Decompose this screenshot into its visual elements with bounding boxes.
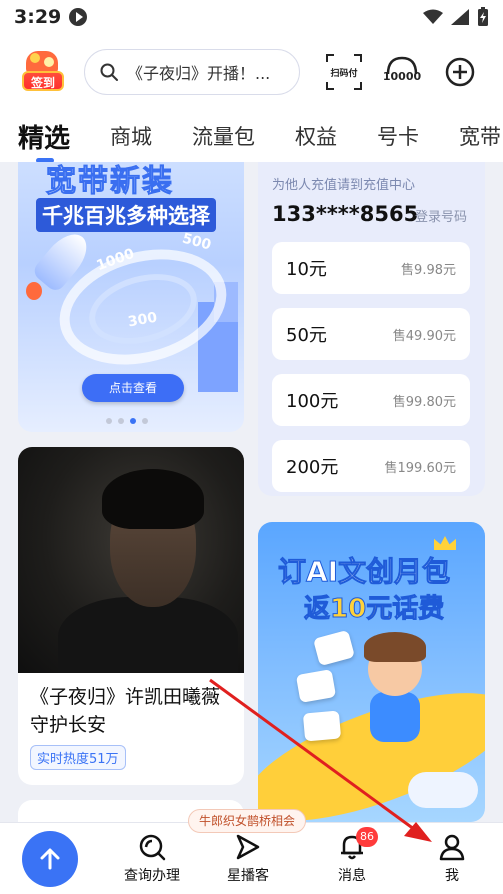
speed-label: 500 [180, 230, 213, 254]
checkin-coin-icon [30, 53, 40, 63]
recharge-amount: 50元 [286, 325, 327, 346]
battery-icon [478, 7, 488, 26]
play-triangle-icon [236, 834, 260, 860]
drama-title: 《子夜归》许凯田曦薇守护长安 [30, 686, 221, 736]
carousel-dot[interactable] [142, 418, 148, 424]
banner-title: 宽带新装 [46, 164, 174, 200]
promo-title: 订AI文创月包 [277, 555, 451, 589]
headset-10000-icon: 10000 [383, 56, 422, 83]
recharge-price: 售9.98元 [401, 262, 456, 278]
scan-frame-icon [354, 82, 362, 90]
signal-icon [451, 9, 469, 25]
tab-benefits[interactable]: 权益 [295, 121, 337, 151]
category-tabs: 精选 商城 流量包 权益 号卡 宽带 [0, 110, 503, 162]
media-playing-icon [69, 8, 88, 26]
search-service-icon [139, 834, 166, 861]
checkin-coin-icon [44, 57, 54, 67]
carousel-indicator [106, 418, 148, 424]
service-10000-label: 10000 [383, 70, 422, 83]
tab-data-package[interactable]: 流量包 [192, 121, 255, 151]
nav-label: 消息 [338, 868, 366, 884]
plus-circle-icon [445, 57, 475, 87]
bottom-navigation: 牛郎织女鹊桥相会 查询办理 星播客 86 消息 我 [0, 809, 503, 894]
photo-card-illustration [312, 629, 356, 667]
unread-badge: 86 [356, 827, 378, 847]
tab-mall[interactable]: 商城 [110, 121, 152, 151]
checkin-label: 签到 [22, 71, 64, 91]
carousel-dot-active[interactable] [130, 418, 136, 424]
festival-tip[interactable]: 牛郎织女鹊桥相会 [188, 809, 307, 833]
login-number-link[interactable]: 登录号码 [415, 206, 467, 225]
search-input[interactable]: 《子夜归》开播！... [84, 49, 300, 95]
scan-frame-icon [326, 54, 334, 62]
drama-card[interactable]: 《子夜归》许凯田曦薇守护长安 实时热度51万 [18, 447, 244, 785]
tab-broadband[interactable]: 宽带 [459, 121, 501, 151]
actor-hair-shape [102, 469, 204, 529]
kid-illustration [364, 632, 426, 662]
broadband-banner[interactable]: 宽带新装 千兆百兆多种选择 1000 500 300 点击查看 [18, 162, 244, 432]
ai-package-promo-card[interactable]: 订AI文创月包 返10元话费 [258, 522, 485, 822]
tabs-row: 精选 商城 流量包 权益 号卡 宽带 [0, 118, 503, 162]
tab-sim-card[interactable]: 号卡 [377, 121, 419, 151]
carousel-dot[interactable] [106, 418, 112, 424]
recharge-option[interactable]: 200元 售199.60元 [272, 440, 470, 492]
cloud-illustration [408, 772, 478, 808]
search-icon [100, 63, 118, 81]
tab-featured[interactable]: 精选 [18, 118, 70, 162]
banner-view-button[interactable]: 点击查看 [82, 374, 184, 402]
recharge-amount: 10元 [286, 259, 327, 280]
arrow-up-icon [40, 848, 60, 870]
banner-subtitle: 千兆百兆多种选择 [36, 198, 216, 232]
promo-subtitle-suffix: 话费 [392, 594, 445, 625]
checkin-button[interactable]: 签到 [18, 47, 68, 97]
nav-query-service[interactable]: 查询办理 [112, 833, 192, 885]
recharge-amount: 200元 [286, 457, 339, 478]
scan-pay-button[interactable]: 扫码付 [324, 52, 364, 92]
nav-podcast[interactable]: 星播客 [208, 833, 288, 885]
phone-number: 133****8565 [272, 202, 419, 226]
wifi-icon [423, 9, 443, 24]
carousel-dot[interactable] [118, 418, 124, 424]
nav-label: 我 [445, 868, 459, 884]
user-icon [439, 834, 465, 861]
back-to-top-button[interactable] [22, 831, 78, 887]
service-10000-button[interactable]: 10000 [382, 52, 422, 92]
add-button[interactable] [440, 52, 480, 92]
recharge-panel: 为他人充值请到充值中心 133****8565 登录号码 10元 售9.98元 … [258, 162, 485, 496]
actor-body-shape [58, 597, 238, 673]
nav-label: 查询办理 [124, 868, 180, 884]
promo-subtitle: 返10元话费 [303, 588, 445, 625]
heat-badge: 实时热度51万 [30, 745, 126, 770]
recharge-hint-link[interactable]: 为他人充值请到充值中心 [272, 174, 415, 193]
recharge-price: 售49.90元 [392, 328, 456, 344]
kid-illustration [370, 692, 420, 742]
recharge-price: 售199.60元 [384, 460, 457, 476]
recharge-option[interactable]: 50元 售49.90元 [272, 308, 470, 360]
scan-frame-icon [326, 82, 334, 90]
rocket-flame-illustration [26, 282, 42, 300]
status-bar: 3:29 [0, 0, 503, 34]
promo-subtitle-prefix: 返 [303, 594, 331, 625]
top-header: 签到 《子夜归》开播！... 扫码付 10000 [0, 34, 503, 110]
nav-messages[interactable]: 86 消息 [312, 827, 392, 885]
nav-label: 星播客 [227, 868, 269, 884]
recharge-price: 售99.80元 [392, 394, 456, 410]
status-indicators [423, 7, 489, 27]
recharge-option[interactable]: 100元 售99.80元 [272, 374, 470, 426]
recharge-option[interactable]: 10元 售9.98元 [272, 242, 470, 294]
scan-pay-label: 扫码付 [330, 68, 358, 79]
crown-icon [434, 536, 456, 550]
photo-card-illustration [295, 669, 337, 703]
recharge-amount: 100元 [286, 391, 339, 412]
nav-me[interactable]: 我 [412, 833, 492, 885]
promo-subtitle-amount: 10元 [330, 594, 393, 625]
drama-poster-image [18, 447, 244, 673]
feed-content: 宽带新装 千兆百兆多种选择 1000 500 300 点击查看 为他人充值请到充… [0, 162, 503, 822]
status-time: 3:29 [14, 6, 62, 28]
photo-card-illustration [302, 710, 342, 742]
search-placeholder: 《子夜归》开播！... [127, 64, 271, 83]
scan-frame-icon [354, 54, 362, 62]
